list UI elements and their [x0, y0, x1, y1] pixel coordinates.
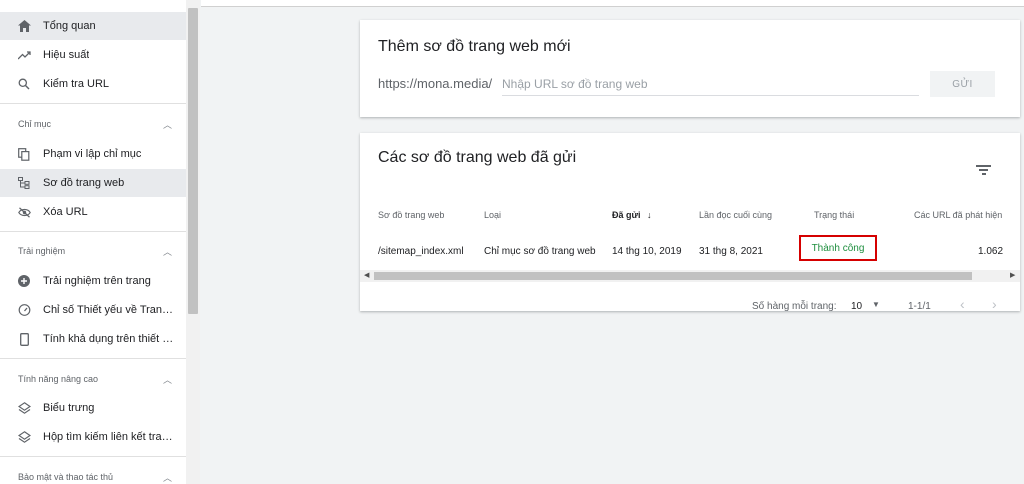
domain-prefix: https://mona.media/ — [378, 76, 493, 91]
sidebar-item-coverage[interactable]: Phạm vi lập chỉ mục — [0, 140, 186, 168]
column-header-label: Đã gửi — [612, 210, 641, 220]
sitemap-icon — [17, 176, 31, 190]
sidebar-item-label: Xóa URL — [43, 206, 88, 218]
cell-last-read: 31 thg 8, 2021 — [699, 246, 763, 257]
cell-type: Chỉ mục sơ đồ trang web — [484, 246, 596, 257]
sidebar-scrollbar-thumb[interactable] — [188, 8, 198, 314]
layers-icon — [17, 401, 31, 415]
sidebar-item-label: Tính khả dụng trên thiết b... — [43, 333, 175, 345]
chevron-right-icon[interactable]: › — [992, 296, 997, 312]
sidebar-item-label: Biểu trưng — [43, 402, 95, 414]
filter-icon[interactable] — [976, 164, 992, 176]
sidebar-item-label: Sơ đồ trang web — [43, 177, 125, 189]
section-title: Bảo mật và thao tác thủ — [18, 472, 114, 482]
section-title: Chỉ mục — [18, 119, 52, 129]
arrow-down-icon: ↓ — [647, 210, 652, 220]
card-title: Thêm sơ đồ trang web mới — [378, 38, 571, 55]
column-header-sitemap[interactable]: Sơ đồ trang web — [378, 210, 444, 220]
scroll-left-icon[interactable]: ◀ — [364, 270, 369, 282]
sidebar-item-logos[interactable]: Biểu trưng — [0, 394, 186, 422]
sidebar-item-label: Kiểm tra URL — [43, 78, 110, 90]
chevron-left-icon[interactable]: ‹ — [960, 296, 965, 312]
trending-up-icon — [17, 48, 31, 62]
home-icon — [17, 19, 31, 33]
sidebar-divider — [0, 103, 186, 104]
chevron-up-icon: ︿ — [162, 246, 172, 257]
section-title: Trải nghiệm — [18, 246, 66, 256]
sidebar-item-performance[interactable]: Hiệu suất — [0, 41, 186, 69]
section-header-experience[interactable]: Trải nghiệm ︿ — [0, 239, 186, 263]
add-sitemap-card: Thêm sơ đồ trang web mới https://mona.me… — [360, 20, 1020, 117]
pagination-range: 1-1/1 — [908, 301, 931, 312]
sidebar-item-sitelinks-searchbox[interactable]: Hộp tìm kiếm liên kết tran... — [0, 423, 186, 451]
sidebar-item-removals[interactable]: Xóa URL — [0, 198, 186, 226]
submit-button[interactable]: GỬI — [930, 71, 995, 97]
section-title: Tính năng nâng cao — [18, 374, 99, 384]
sidebar-item-sitemaps[interactable]: Sơ đồ trang web — [0, 169, 186, 197]
sidebar-item-label: Hộp tìm kiếm liên kết tran... — [43, 431, 175, 443]
rows-per-page-select[interactable]: 10 — [851, 301, 862, 312]
table-horizontal-scrollbar[interactable]: ◀ ▶ — [360, 270, 1020, 282]
column-header-status[interactable]: Trạng thái — [814, 210, 854, 220]
sidebar-item-label: Tổng quan — [43, 20, 96, 32]
cell-sitemap-path[interactable]: /sitemap_index.xml — [378, 246, 464, 257]
sidebar-item-page-experience[interactable]: Trải nghiệm trên trang — [0, 267, 186, 295]
sidebar-item-mobile-usability[interactable]: Tính khả dụng trên thiết b... — [0, 325, 186, 353]
column-header-submitted[interactable]: Đã gửi ↓ — [612, 210, 652, 220]
layers-icon — [17, 430, 31, 444]
sitemap-url-input[interactable] — [502, 72, 919, 96]
chevron-up-icon: ︿ — [162, 374, 172, 385]
cell-submitted-date: 14 thg 10, 2019 — [612, 246, 682, 257]
plus-circle-icon — [17, 274, 31, 288]
sidebar: Tổng quan Hiệu suất Kiểm tra URL Chỉ mục… — [0, 0, 200, 484]
sidebar-item-label: Trải nghiệm trên trang — [43, 275, 151, 287]
sidebar-divider — [0, 231, 186, 232]
section-header-enhancements[interactable]: Tính năng nâng cao ︿ — [0, 367, 186, 391]
eye-off-icon — [17, 205, 31, 219]
sidebar-item-label: Chỉ số Thiết yếu về Trang ... — [43, 304, 175, 316]
sidebar-divider — [0, 456, 186, 457]
submitted-sitemaps-card: Các sơ đồ trang web đã gửi Sơ đồ trang w… — [360, 133, 1020, 312]
search-icon — [17, 77, 31, 91]
chevron-up-icon: ︿ — [162, 119, 172, 130]
cell-discovered-urls: 1.062 — [978, 246, 1004, 257]
column-header-discovered-urls[interactable]: Các URL đã phát hiện — [914, 210, 1002, 220]
card-title: Các sơ đồ trang web đã gửi — [378, 149, 577, 166]
sidebar-item-label: Phạm vi lập chỉ mục — [43, 148, 142, 160]
sidebar-item-label: Hiệu suất — [43, 49, 90, 61]
column-header-type[interactable]: Loại — [484, 210, 501, 220]
section-header-index[interactable]: Chỉ mục ︿ — [0, 112, 186, 136]
chevron-up-icon: ︿ — [162, 472, 172, 483]
rows-per-page-label: Số hàng mỗi trang: — [752, 301, 837, 312]
sidebar-item-overview[interactable]: Tổng quan — [0, 12, 186, 40]
status-badge: Thành công — [799, 235, 877, 261]
copy-icon — [17, 147, 31, 161]
section-header-security[interactable]: Bảo mật và thao tác thủ ︿ — [0, 465, 186, 484]
sidebar-item-url-inspection[interactable]: Kiểm tra URL — [0, 70, 186, 98]
sidebar-divider — [0, 358, 186, 359]
smartphone-icon — [17, 332, 31, 346]
scrollbar-thumb[interactable] — [374, 272, 972, 280]
gauge-icon — [17, 303, 31, 317]
sidebar-item-core-web-vitals[interactable]: Chỉ số Thiết yếu về Trang ... — [0, 296, 186, 324]
scroll-right-icon[interactable]: ▶ — [1010, 270, 1015, 282]
column-header-last-read[interactable]: Lần đọc cuối cùng — [699, 210, 772, 220]
top-bar — [201, 0, 1024, 7]
caret-down-icon[interactable]: ▼ — [872, 300, 880, 309]
